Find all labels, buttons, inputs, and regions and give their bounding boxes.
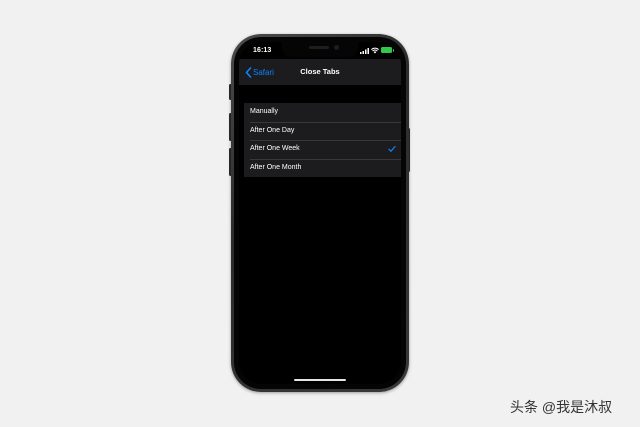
home-indicator[interactable] <box>294 379 346 381</box>
phone-frame: 16:13 Safari Close Tabs Manually After O… <box>231 34 409 392</box>
option-after-one-month[interactable]: After One Month <box>244 158 401 178</box>
phone-screen: 16:13 Safari Close Tabs Manually After O… <box>239 42 401 384</box>
option-label: After One Week <box>250 145 300 152</box>
battery-icon <box>381 47 392 53</box>
option-manually[interactable]: Manually <box>244 103 401 122</box>
page-title: Close Tabs <box>300 67 340 76</box>
option-label: After One Month <box>250 163 302 171</box>
signal-icon <box>360 48 369 54</box>
speaker-grille <box>309 46 329 49</box>
option-after-one-week[interactable]: After One Week <box>244 140 401 159</box>
battery-tip <box>392 48 394 52</box>
option-label: After One Day <box>250 126 295 134</box>
phone-bezel: 16:13 Safari Close Tabs Manually After O… <box>234 37 406 389</box>
status-time: 16:13 <box>253 47 272 54</box>
front-camera <box>334 45 339 50</box>
notch <box>282 42 358 57</box>
watermark-text: 头条 @我是沐叔 <box>510 399 613 415</box>
close-tabs-options-list: Manually After One Day After One Week Af… <box>244 103 401 177</box>
option-label: Manually <box>250 108 279 115</box>
checkmark-icon <box>388 145 396 152</box>
navigation-bar: Safari Close Tabs <box>239 59 401 85</box>
wifi-icon <box>371 47 379 54</box>
option-after-one-day[interactable]: After One Day <box>244 121 401 141</box>
